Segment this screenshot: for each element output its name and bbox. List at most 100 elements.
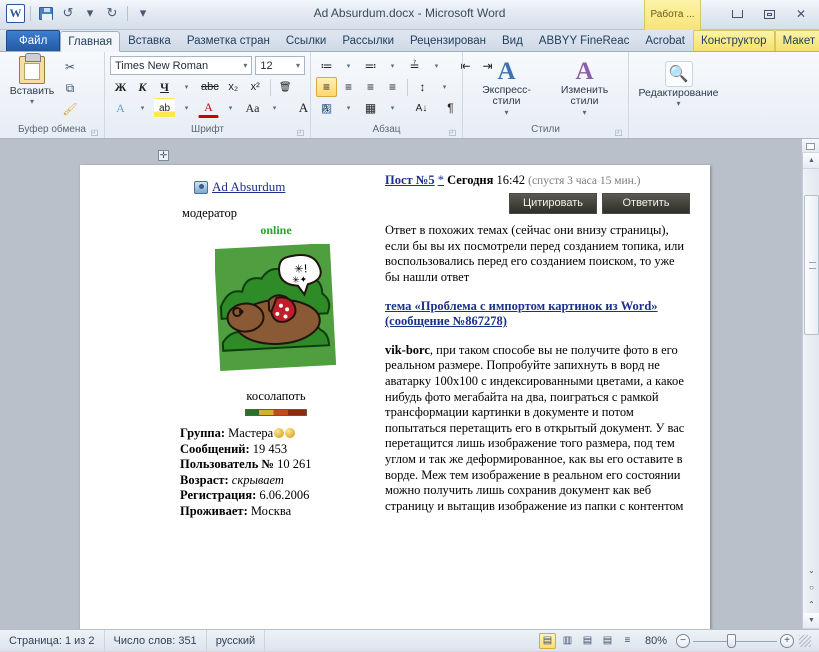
text-effects-dropdown-icon[interactable]: ▾ xyxy=(132,98,153,118)
minimize-button[interactable] xyxy=(723,4,751,24)
subscript-button[interactable]: x₂ xyxy=(223,77,244,97)
tab-acrobat[interactable]: Acrobat xyxy=(637,30,693,51)
next-page-button[interactable]: ⌄ xyxy=(803,562,819,579)
numbering-button[interactable]: ≕ xyxy=(360,56,381,76)
chevron-down-icon[interactable]: ▾ xyxy=(582,107,586,118)
highlight-dropdown-icon[interactable]: ▾ xyxy=(176,98,197,118)
tab-references[interactable]: Ссылки xyxy=(278,30,335,51)
superscript-button[interactable]: x² xyxy=(245,77,266,97)
chevron-down-icon[interactable]: ▾ xyxy=(241,61,249,70)
justify-button[interactable]: ≡ xyxy=(382,77,403,97)
align-right-button[interactable]: ≡ xyxy=(360,77,381,97)
shading-button[interactable]: ▨ xyxy=(316,98,337,118)
align-center-button[interactable]: ≡ xyxy=(338,77,359,97)
format-painter-icon[interactable]: 🖌 xyxy=(59,99,81,119)
post-star-link[interactable]: * xyxy=(438,173,444,187)
prev-page-button[interactable]: ⌃ xyxy=(803,596,819,613)
scrollbar-thumb[interactable] xyxy=(804,195,819,335)
close-icon[interactable]: ✕ xyxy=(787,4,815,24)
font-color-dropdown-icon[interactable]: ▾ xyxy=(220,98,241,118)
borders-button[interactable]: ▦ xyxy=(360,98,381,118)
restore-button[interactable] xyxy=(755,4,783,24)
quick-styles-button[interactable]: A Экспресс-стили ▾ xyxy=(470,58,544,118)
show-formatting-marks-button[interactable]: ¶ xyxy=(440,98,461,118)
chevron-down-icon[interactable]: ▾ xyxy=(676,99,680,108)
strikethrough-button[interactable]: abc xyxy=(198,77,222,97)
tab-review[interactable]: Рецензирован xyxy=(402,30,494,51)
fullscreen-reading-view-button[interactable]: ▥ xyxy=(559,633,576,649)
tab-layout[interactable]: Макет xyxy=(774,30,819,51)
status-word-count[interactable]: Число слов: 351 xyxy=(105,629,207,652)
zoom-level-label[interactable]: 80% xyxy=(639,635,673,647)
cut-icon[interactable]: ✂ xyxy=(59,57,81,77)
tab-design[interactable]: Конструктор xyxy=(693,30,775,51)
select-browse-object-button[interactable]: ○ xyxy=(803,579,819,596)
change-case-dropdown-icon[interactable]: ▾ xyxy=(264,98,285,118)
text-effects-button[interactable]: A xyxy=(110,98,131,118)
copy-icon[interactable]: ⧉ xyxy=(59,78,81,98)
line-spacing-button[interactable]: ↕ xyxy=(412,77,433,97)
window-resize-grip[interactable] xyxy=(799,634,811,647)
chevron-down-icon[interactable]: ▾ xyxy=(504,107,508,118)
sort-button[interactable]: A↓ xyxy=(411,98,432,118)
tab-mailings[interactable]: Рассылки xyxy=(334,30,402,51)
related-topic-link[interactable]: тема «Проблема с импортом картинок из Wo… xyxy=(385,299,690,330)
draft-view-button[interactable]: ≡ xyxy=(619,633,636,649)
web-layout-view-button[interactable]: ▤ xyxy=(579,633,596,649)
highlight-button[interactable]: ab xyxy=(154,98,175,118)
chevron-down-icon[interactable]: ▾ xyxy=(294,61,302,70)
zoom-slider-handle[interactable] xyxy=(727,633,736,648)
font-color-button[interactable]: A xyxy=(198,98,219,118)
shading-dropdown-icon[interactable]: ▾ xyxy=(338,98,359,118)
author-name-link[interactable]: Ad Absurdum xyxy=(212,179,285,195)
align-left-button[interactable]: ≡ xyxy=(316,77,337,97)
tab-page-layout[interactable]: Разметка стран xyxy=(179,30,278,51)
change-styles-button[interactable]: A Изменить стили ▾ xyxy=(548,58,622,118)
zoom-in-button[interactable]: + xyxy=(780,633,794,648)
font-size-combo[interactable]: 12 ▾ xyxy=(255,56,305,75)
italic-button[interactable]: К xyxy=(132,77,153,97)
quote-button[interactable]: Цитировать xyxy=(509,192,597,215)
dialog-launcher-icon[interactable]: ◰ xyxy=(90,128,99,137)
print-layout-view-button[interactable]: ▤ xyxy=(538,632,556,649)
zoom-out-button[interactable]: − xyxy=(676,633,690,648)
move-handle-icon[interactable]: ✛ xyxy=(158,150,169,161)
reply-button[interactable]: Ответить xyxy=(602,192,690,215)
tab-file[interactable]: Файл xyxy=(6,30,61,51)
document-canvas[interactable]: ✛ Ad Absurdum модератор online ✳! ✳✦ кос… xyxy=(0,139,819,629)
tab-view[interactable]: Вид xyxy=(494,30,531,51)
underline-button[interactable]: Ч xyxy=(154,77,175,97)
status-page-number[interactable]: Страница: 1 из 2 xyxy=(0,629,105,652)
dialog-launcher-icon[interactable]: ◰ xyxy=(448,128,457,137)
borders-dropdown-icon[interactable]: ▾ xyxy=(382,98,403,118)
author-avatar-image[interactable]: ✳! ✳✦ xyxy=(213,243,337,381)
split-box[interactable] xyxy=(802,139,819,153)
editing-button[interactable]: 🔍 Редактирование ▾ xyxy=(638,61,720,108)
document-page[interactable]: ✛ Ad Absurdum модератор online ✳! ✳✦ кос… xyxy=(80,150,710,629)
status-language[interactable]: русский xyxy=(207,629,266,652)
vertical-scrollbar[interactable]: ▲ ⌄ ○ ⌃ ▼ xyxy=(802,139,819,629)
tab-insert[interactable]: Вставка xyxy=(120,30,179,51)
multilevel-dropdown-icon[interactable]: ▾ xyxy=(426,56,447,76)
outline-view-button[interactable]: ▤ xyxy=(599,633,616,649)
scroll-down-button[interactable]: ▼ xyxy=(803,613,819,629)
zoom-slider[interactable] xyxy=(693,633,777,648)
tab-abbyy-finereader[interactable]: ABBYY FineReac xyxy=(531,30,638,51)
underline-dropdown-icon[interactable]: ▾ xyxy=(176,77,197,97)
bullets-dropdown-icon[interactable]: ▾ xyxy=(338,56,359,76)
dialog-launcher-icon[interactable]: ◰ xyxy=(296,128,305,137)
bullets-button[interactable]: ≔ xyxy=(316,56,337,76)
line-spacing-dropdown-icon[interactable]: ▾ xyxy=(434,77,455,97)
multilevel-list-button[interactable]: ≟ xyxy=(404,56,425,76)
numbering-dropdown-icon[interactable]: ▾ xyxy=(382,56,403,76)
paste-button[interactable]: Вставить ▾ xyxy=(5,53,59,106)
font-name-combo[interactable]: Times New Roman ▾ xyxy=(110,56,253,75)
clear-formatting-icon[interactable]: 🗑 xyxy=(275,77,296,97)
dialog-launcher-icon[interactable]: ◰ xyxy=(614,128,623,137)
tab-home[interactable]: Главная xyxy=(60,31,121,52)
bold-button[interactable]: Ж xyxy=(110,77,131,97)
chevron-down-icon[interactable]: ▾ xyxy=(30,97,34,106)
post-number-link[interactable]: Пост №5 xyxy=(385,173,435,187)
change-case-button[interactable]: Aa xyxy=(242,98,263,118)
scroll-up-button[interactable]: ▲ xyxy=(803,153,819,169)
